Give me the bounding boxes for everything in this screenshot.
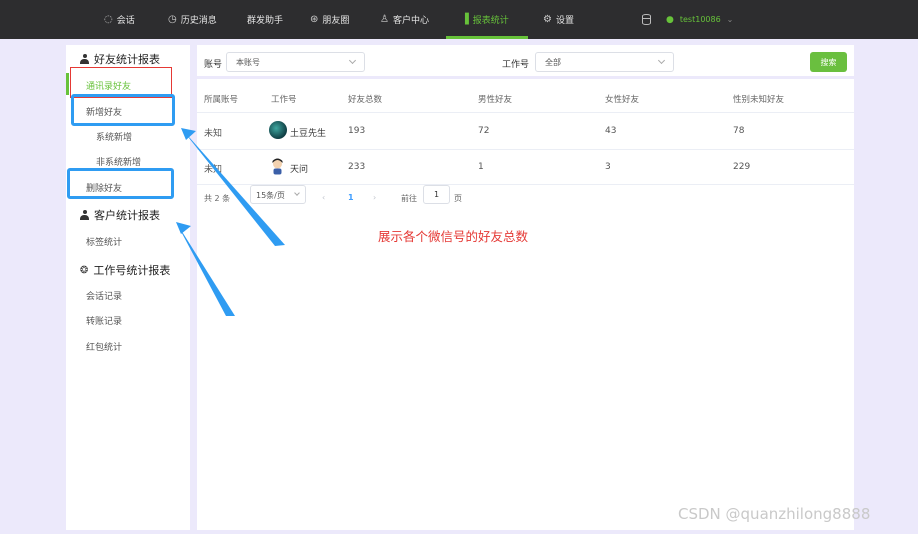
user-menu[interactable]: ● test10086 ⌄ [666, 0, 733, 39]
chevron-right-icon[interactable]: › [373, 193, 376, 202]
watermark: CSDN @quanzhilong8888 [678, 505, 871, 523]
cell-owner: 未知 [204, 129, 223, 139]
sidebar-item-non-system-new[interactable]: 非系统新增 [96, 155, 141, 168]
search-button[interactable]: 搜索 [810, 52, 847, 72]
column-header: 性别未知好友 [733, 95, 785, 105]
page-size-select[interactable]: 15条/页 [250, 185, 306, 204]
nav-label: 朋友圈 [322, 16, 350, 26]
chevron-down-icon [657, 56, 666, 65]
cell-unknown: 229 [733, 162, 751, 172]
database-icon[interactable] [642, 14, 651, 25]
worker-select-value: 全部 [545, 58, 561, 67]
sidebar-item-system-new[interactable]: 系统新增 [96, 130, 132, 143]
nav-item-reports[interactable]: ▐ 报表统计 [461, 0, 509, 39]
bar-chart-icon: ▐ [461, 14, 469, 25]
aperture-icon: ⊛ [310, 14, 319, 25]
nav-item-history[interactable]: ◷ 历史消息 [168, 0, 217, 39]
nav-item-settings[interactable]: ⚙ 设置 [543, 0, 574, 39]
chevron-down-icon: ⌄ [726, 15, 734, 24]
pagination-total: 共 2 条 [204, 194, 231, 203]
cell-female: 3 [605, 162, 611, 172]
account-select[interactable]: 本账号 [226, 52, 365, 72]
group-title: 工作号统计报表 [93, 264, 171, 277]
top-nav-bar: ◌ 会话 ◷ 历史消息 群发助手 ⊛ 朋友圈 ♙ 客户中心 ▐ 报表统计 ⚙ 设… [0, 0, 918, 39]
gear-icon: ⚙ [543, 14, 552, 25]
page-number[interactable]: 1 [348, 193, 354, 202]
nav-label: 设置 [555, 16, 574, 26]
column-header: 男性好友 [478, 95, 513, 105]
nav-item-chat[interactable]: ◌ 会话 [104, 0, 135, 39]
column-header: 所属账号 [204, 95, 239, 105]
user-icon [80, 210, 89, 220]
sidebar-item-transfer-records[interactable]: 转账记录 [86, 314, 122, 327]
main-panel: 账号 本账号 工作号 全部 搜索 [197, 45, 854, 530]
nav-label: 报表统计 [472, 16, 509, 26]
group-customer-report[interactable]: 客户统计报表 [80, 207, 160, 223]
cell-male: 1 [478, 162, 484, 172]
highlight-box-blue [71, 94, 175, 126]
cell-total: 233 [348, 162, 366, 172]
filter-bar: 账号 本账号 工作号 全部 搜索 [197, 45, 854, 79]
worker-label: 工作号 [502, 60, 530, 70]
cell-owner: 未知 [204, 165, 223, 175]
worker-select[interactable]: 全部 [535, 52, 674, 72]
active-indicator [66, 73, 69, 95]
account-select-value: 本账号 [236, 58, 260, 67]
group-title: 客户统计报表 [94, 209, 160, 222]
column-header: 好友总数 [348, 95, 383, 105]
column-header: 工作号 [271, 95, 297, 105]
clock-icon: ◷ [168, 14, 177, 25]
nav-item-customers[interactable]: ♙ 客户中心 [380, 0, 429, 39]
cell-total: 193 [348, 126, 366, 136]
chat-icon: ◌ [104, 14, 113, 25]
annotation-text: 展示各个微信号的好友总数 [378, 229, 529, 244]
group-friend-report[interactable]: 好友统计报表 [80, 51, 160, 67]
username: test10086 [679, 15, 721, 24]
chevron-left-icon[interactable]: ‹ [322, 193, 325, 202]
divider [197, 112, 854, 113]
column-header: 女性好友 [605, 95, 640, 105]
page-size-value: 15条/页 [256, 191, 285, 200]
nav-label: 群发助手 [247, 16, 284, 26]
nav-item-moments[interactable]: ⊛ 朋友圈 [310, 0, 349, 39]
avatar [269, 121, 287, 139]
sidebar-item-red-packet-stats[interactable]: 红包统计 [86, 340, 122, 353]
sidebar-item-chat-records[interactable]: 会话记录 [86, 289, 122, 302]
group-title: 好友统计报表 [94, 53, 160, 66]
nav-label: 客户中心 [392, 16, 429, 26]
nav-label: 会话 [116, 16, 135, 26]
user-icon [80, 54, 89, 64]
divider [197, 149, 854, 150]
goto-page-input[interactable]: 1 [423, 185, 450, 204]
user-icon: ♙ [380, 14, 389, 25]
nav-item-broadcast[interactable]: 群发助手 [247, 0, 283, 39]
page-unit-label: 页 [454, 194, 462, 203]
cell-worker: 土豆先生 [290, 129, 327, 139]
wechat-icon: ❂ [80, 264, 89, 276]
cell-female: 43 [605, 126, 617, 136]
user-icon: ● [666, 14, 674, 25]
group-worker-report[interactable]: ❂ 工作号统计报表 [80, 262, 170, 278]
cell-male: 72 [478, 126, 490, 136]
cell-worker: 天问 [290, 165, 309, 175]
cell-unknown: 78 [733, 126, 745, 136]
nav-label: 历史消息 [180, 16, 217, 26]
chevron-down-icon [294, 190, 300, 196]
highlight-box-blue [67, 168, 174, 199]
account-label: 账号 [204, 60, 223, 70]
chevron-down-icon [348, 56, 357, 65]
avatar [272, 158, 283, 175]
sidebar-item-tag-stats[interactable]: 标签统计 [86, 235, 122, 248]
goto-label: 前往 [401, 194, 417, 203]
